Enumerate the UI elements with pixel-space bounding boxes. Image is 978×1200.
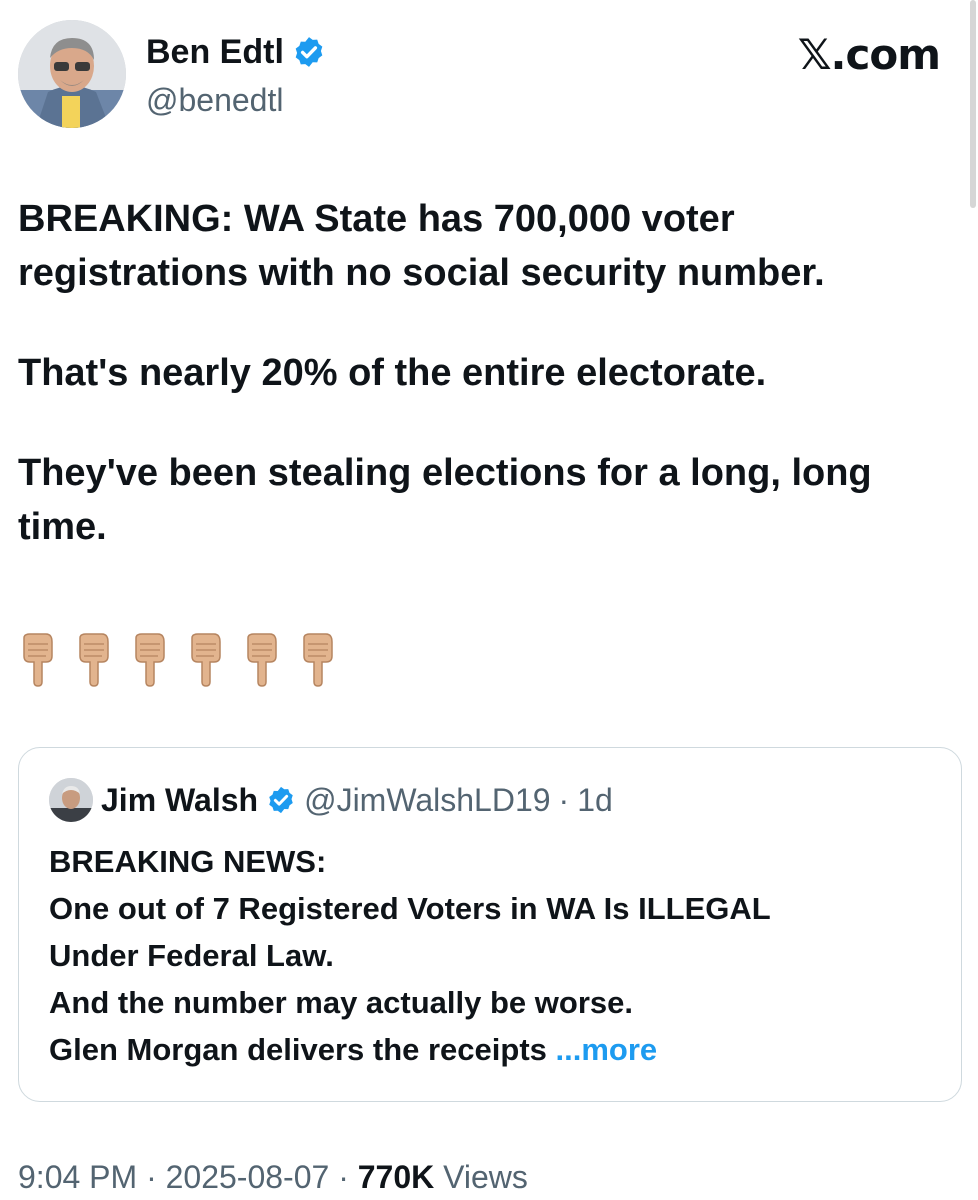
quoted-line-text: Glen Morgan delivers the receipts — [49, 1032, 547, 1067]
avatar-photo — [18, 20, 126, 128]
pointing-down-icon — [23, 633, 53, 687]
header-separator: · — [558, 782, 570, 818]
quoted-tweet-text: BREAKING NEWS: One out of 7 Registered V… — [49, 838, 929, 1073]
tweet-time[interactable]: 9:04 PM — [18, 1159, 137, 1195]
meta-separator: · — [329, 1159, 358, 1195]
emoji-row — [18, 632, 338, 688]
quoted-line: One out of 7 Registered Voters in WA Is … — [49, 891, 771, 926]
author-avatar[interactable] — [18, 20, 126, 128]
show-more-link[interactable]: ...more — [556, 1032, 658, 1067]
quoted-tweet-header: Jim Walsh @JimWalshLD19 · 1d — [49, 778, 613, 822]
quoted-line: Under Federal Law. — [49, 938, 334, 973]
scrollbar[interactable] — [970, 0, 976, 208]
brand-logo: 𝕏.com — [797, 30, 941, 79]
author-handle[interactable]: @benedtl — [146, 80, 283, 120]
views-count: 770K — [357, 1159, 435, 1195]
pointing-down-icon — [79, 633, 109, 687]
tweet-meta: 9:04 PM · 2025-08-07 · 770K Views — [18, 1156, 528, 1198]
quoted-line: BREAKING NEWS: — [49, 844, 327, 879]
pointing-down-icon — [191, 633, 221, 687]
tweet-paragraph: They've been stealing elections for a lo… — [18, 452, 872, 548]
quoted-author-name[interactable]: Jim Walsh — [101, 779, 258, 821]
meta-separator: · — [137, 1159, 166, 1195]
author-name-text: Ben Edtl — [146, 33, 284, 71]
quoted-tweet-age[interactable]: 1d — [577, 779, 613, 821]
pointing-down-icon — [247, 633, 277, 687]
quoted-author-avatar[interactable] — [49, 778, 93, 822]
tweet-paragraph: BREAKING: WA State has 700,000 voter reg… — [18, 198, 825, 294]
tweet-date[interactable]: 2025-08-07 — [166, 1159, 330, 1195]
quoted-line: And the number may actually be worse. — [49, 985, 633, 1020]
views-label: Views — [434, 1159, 528, 1195]
quoted-line-last: Glen Morgan delivers the receipts ...mor… — [49, 1026, 929, 1073]
quoted-avatar-photo — [49, 778, 93, 822]
tweet-text: BREAKING: WA State has 700,000 voter reg… — [18, 192, 948, 600]
quoted-tweet-card[interactable]: Jim Walsh @JimWalshLD19 · 1d BREAKING NE… — [18, 747, 962, 1102]
quoted-author-handle[interactable]: @JimWalshLD19 — [304, 779, 550, 821]
verified-badge-icon — [269, 786, 293, 814]
tweet-paragraph: That's nearly 20% of the entire electora… — [18, 352, 767, 394]
pointing-down-icon — [135, 633, 165, 687]
author-name[interactable]: Ben Edtl — [146, 30, 326, 74]
pointing-down-icon — [303, 633, 333, 687]
verified-badge-icon — [295, 37, 323, 67]
